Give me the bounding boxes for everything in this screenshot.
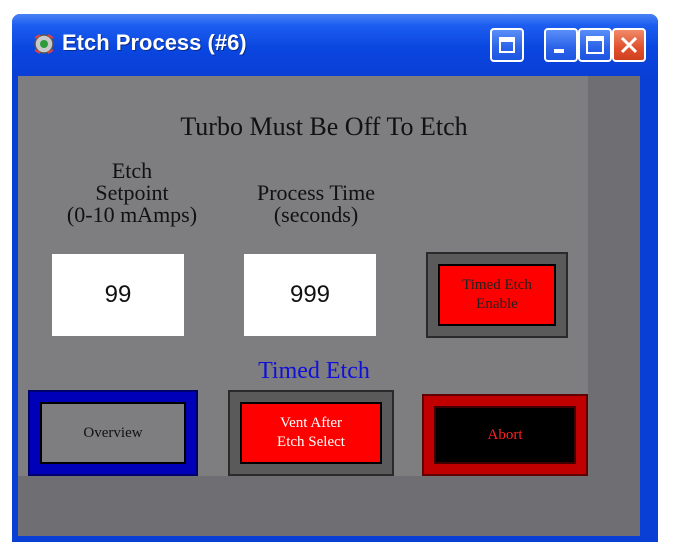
timed-etch-enable-label-line2: Enable <box>476 296 518 312</box>
close-icon <box>620 36 638 54</box>
vent-label-line2: Etch Select <box>277 434 345 450</box>
window-title: Etch Process (#6) <box>62 30 247 55</box>
timed-etch-enable-button[interactable]: Timed Etch Enable <box>428 254 566 336</box>
overview-button[interactable]: Overview <box>30 392 196 474</box>
gear-app-icon[interactable] <box>32 32 56 56</box>
title-bar[interactable]: Etch Process (#6) <box>12 14 658 76</box>
setpoint-label-line1: Etch <box>111 158 153 183</box>
timed-etch-label: Timed Etch <box>258 358 370 384</box>
process-time-label: Process Time (seconds) <box>226 182 406 226</box>
process-time-label-line2: (seconds) <box>273 202 359 227</box>
maximize-button[interactable] <box>578 28 612 62</box>
abort-button[interactable]: Abort <box>424 396 586 474</box>
etch-setpoint-field[interactable]: 99 <box>52 254 184 336</box>
timed-etch-enable-label-line1: Timed Etch <box>462 277 532 293</box>
restore-button[interactable] <box>490 28 524 62</box>
panel-shade-bottom <box>18 476 640 536</box>
minimize-button[interactable] <box>544 28 578 62</box>
maximize-icon <box>586 36 604 54</box>
restore-icon <box>499 37 515 53</box>
abort-button-label: Abort <box>487 426 523 443</box>
process-time-field[interactable]: 999 <box>244 254 376 336</box>
screen: Etch Process (#6) Turbo Must Be Off To E… <box>0 0 673 548</box>
process-time-label-line1: Process Time <box>257 180 375 205</box>
overview-button-label: Overview <box>83 424 143 441</box>
setpoint-label: Etch Setpoint (0-10 mAmps) <box>42 160 222 226</box>
minimize-icon <box>554 49 564 53</box>
turbo-warning-heading: Turbo Must Be Off To Etch <box>180 112 468 141</box>
vent-after-etch-button[interactable]: Vent After Etch Select <box>230 392 392 474</box>
close-button[interactable] <box>612 28 646 62</box>
setpoint-label-line3: (0-10 mAmps) <box>66 202 198 227</box>
vent-label-line1: Vent After <box>279 415 343 431</box>
setpoint-label-line2: Setpoint <box>95 180 169 205</box>
